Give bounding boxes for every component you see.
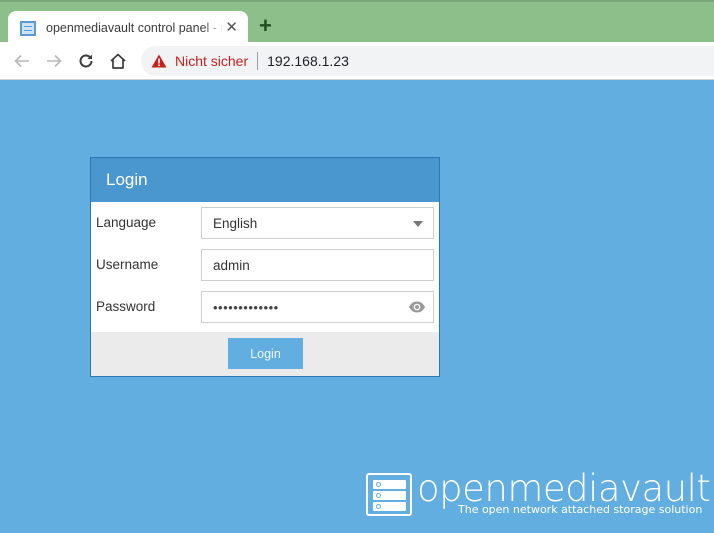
arrow-right-icon: [47, 54, 62, 68]
back-button[interactable]: [10, 49, 34, 73]
language-select[interactable]: English: [201, 207, 434, 239]
new-tab-button[interactable]: +: [259, 15, 272, 37]
password-input[interactable]: •••••••••••••: [201, 291, 434, 323]
eye-icon[interactable]: [408, 300, 426, 314]
browser-tabstrip: openmediavault control panel - r ✕ +: [0, 0, 714, 45]
address-bar[interactable]: Nicht sicher 192.168.1.23: [141, 46, 714, 76]
login-panel: Login Language English Username Password…: [90, 157, 440, 377]
password-masked-value: •••••••••••••: [213, 299, 279, 315]
password-label: Password: [96, 299, 156, 314]
tab-title: openmediavault control panel - r: [46, 21, 224, 35]
warning-triangle-icon[interactable]: [151, 54, 167, 68]
login-button[interactable]: Login: [228, 338, 303, 369]
language-row: Language English: [91, 207, 439, 241]
server-slot-2: [373, 491, 406, 500]
chevron-down-icon[interactable]: [413, 221, 423, 227]
server-slot-3: [373, 502, 406, 511]
url-text[interactable]: 192.168.1.23: [267, 53, 349, 69]
username-row: Username: [91, 249, 439, 283]
security-status[interactable]: Nicht sicher: [175, 53, 248, 69]
logo-tagline: The open network attached storage soluti…: [458, 503, 703, 516]
address-separator: [257, 52, 259, 70]
password-row: Password •••••••••••••: [91, 291, 439, 325]
reload-button[interactable]: [74, 49, 98, 73]
browser-toolbar: Nicht sicher 192.168.1.23: [0, 42, 714, 80]
username-label: Username: [96, 257, 159, 272]
login-header: Login: [91, 158, 439, 202]
forward-button[interactable]: [42, 49, 66, 73]
language-label: Language: [96, 215, 157, 230]
login-footer: Login: [91, 332, 439, 376]
reload-icon: [79, 54, 93, 68]
close-tab-icon[interactable]: ✕: [225, 19, 238, 36]
home-icon: [110, 53, 126, 69]
username-input[interactable]: [213, 257, 393, 273]
server-slot-1: [373, 480, 406, 489]
arrow-left-icon: [14, 54, 29, 68]
openmediavault-favicon-icon: [20, 20, 36, 36]
browser-tab[interactable]: openmediavault control panel - r ✕: [8, 11, 248, 45]
server-rack-icon: [366, 473, 412, 516]
language-value: English: [213, 215, 258, 231]
login-title: Login: [106, 170, 148, 189]
home-button[interactable]: [106, 49, 130, 73]
username-field-wrapper: [201, 249, 434, 281]
